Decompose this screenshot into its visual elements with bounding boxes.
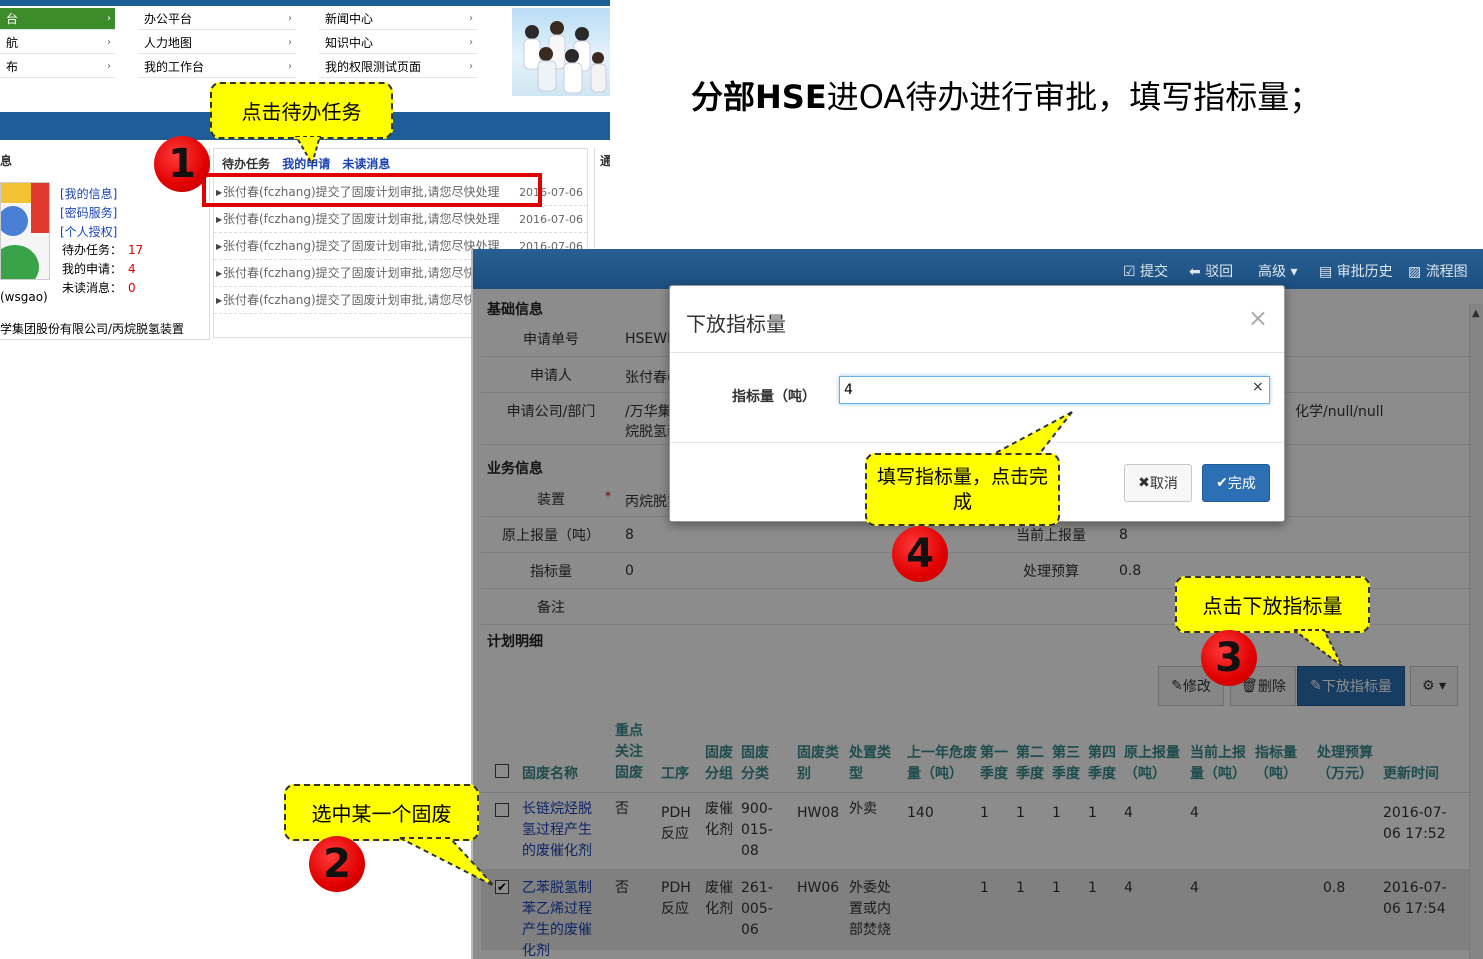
- user-links: [我的信息] [密码服务] [个人授权]: [60, 185, 117, 242]
- personal-auth-link[interactable]: [个人授权]: [60, 223, 117, 242]
- slide-headline: 分部HSE进OA待办进行审批，填写指标量；: [691, 78, 1322, 116]
- modal-divider-top: [670, 352, 1284, 353]
- password-service-link[interactable]: [密码服务]: [60, 204, 117, 223]
- step-2-badge: 2: [309, 836, 365, 892]
- callout-2-pointer: [399, 837, 495, 887]
- callout-fill-target: 填写指标量，点击完成: [865, 453, 1060, 526]
- menu-item[interactable]: 航 ›: [0, 32, 115, 54]
- cancel-button[interactable]: ✖ 取消: [1124, 464, 1192, 502]
- done-button[interactable]: ✔ 完成: [1202, 464, 1270, 502]
- triangle-icon: ▶: [216, 242, 223, 251]
- step-3-badge: 3: [1201, 630, 1257, 686]
- submit-button[interactable]: ☑ 提交: [1123, 261, 1168, 281]
- step-4-badge: 4: [892, 526, 948, 582]
- clear-input-icon[interactable]: ×: [1252, 379, 1264, 395]
- menu-item[interactable]: 办公平台 ›: [138, 8, 296, 30]
- menu-item[interactable]: 我的权限测试页面 ›: [319, 56, 477, 78]
- menu-item[interactable]: 知识中心 ›: [319, 32, 477, 54]
- target-field-label: 指标量（吨）: [732, 389, 816, 405]
- callout-click-assign: 点击下放指标量: [1175, 576, 1370, 633]
- portal-top-strip: [0, 0, 610, 6]
- target-quantity-input[interactable]: 4: [839, 376, 1270, 404]
- callout-1-pointer: [294, 136, 322, 166]
- menu-item[interactable]: 布 ›: [0, 56, 115, 78]
- banner-people-image: [512, 8, 610, 96]
- triangle-icon: ▶: [216, 296, 223, 305]
- triangle-icon: ▶: [216, 215, 223, 224]
- avatar-icon: [0, 182, 50, 280]
- close-icon[interactable]: ×: [1248, 304, 1268, 332]
- highlight-first-todo: [202, 173, 542, 207]
- menu-item[interactable]: 新闻中心 ›: [319, 8, 477, 30]
- callout-select-waste: 选中某一个固废: [284, 784, 479, 841]
- user-panel-heading: 息: [0, 154, 13, 168]
- tab-todo[interactable]: 待办任务: [222, 157, 270, 171]
- reject-button[interactable]: ⬅ 驳回: [1189, 261, 1233, 281]
- triangle-icon: ▶: [216, 269, 223, 278]
- stat-apply: 我的申请： 4: [62, 262, 136, 276]
- modal-title: 下放指标量: [686, 312, 786, 336]
- stat-unread: 未读消息： 0: [62, 281, 136, 295]
- user-company: 学集团股份有限公司/丙烷脱氢装置: [0, 322, 185, 336]
- tab-unread[interactable]: 未读消息: [342, 157, 390, 171]
- approval-history-button[interactable]: ▤ 审批历史: [1319, 261, 1393, 281]
- todo-item[interactable]: ▶ 张付春(fczhang)提交了固废计划审批,请您尽快处理 2016-07-06: [214, 206, 587, 233]
- form-toolbar: ☑ 提交 ⬅ 驳回 高级 ▾ ▤ 审批历史 ▨ 流程图: [473, 249, 1483, 289]
- user-stats: 待办任务： 17 我的申请： 4 未读消息： 0: [62, 241, 143, 298]
- callout-3-pointer: [1291, 629, 1343, 667]
- menu-item[interactable]: 我的工作台 ›: [138, 56, 296, 78]
- advanced-dropdown[interactable]: 高级 ▾: [1258, 261, 1297, 281]
- stat-todo: 待办任务： 17: [62, 243, 144, 257]
- my-info-link[interactable]: [我的信息]: [60, 185, 117, 204]
- menu-item[interactable]: 人力地图 ›: [138, 32, 296, 54]
- flowchart-button[interactable]: ▨ 流程图: [1408, 261, 1468, 281]
- menu-item[interactable]: 台 ›: [0, 8, 115, 30]
- user-name: (wsgao): [0, 290, 48, 304]
- tutorial-slide: 台 › 办公平台 › 新闻中心 › 航 › 人力地图 › 知识中心 › 布 › 我的工作台 › …: [0, 0, 1483, 959]
- notice-panel-stub: 通: [594, 148, 610, 248]
- callout-click-todo: 点击待办任务: [210, 82, 393, 139]
- step-1-badge: 1: [154, 136, 210, 192]
